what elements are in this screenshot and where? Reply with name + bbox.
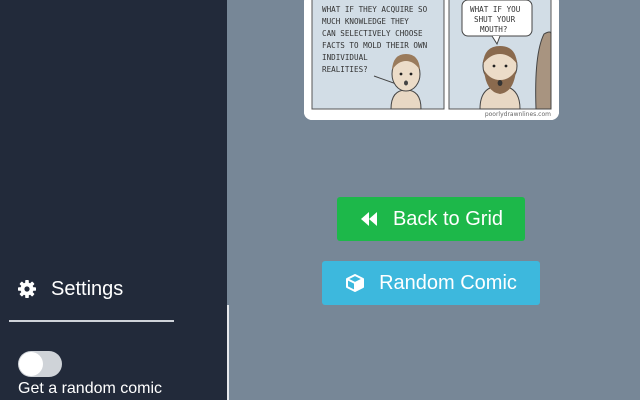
settings-link[interactable]: Settings: [17, 276, 123, 302]
random-comic-label: Random Comic: [379, 271, 517, 294]
back-to-grid-button[interactable]: Back to Grid: [337, 197, 525, 241]
comic-line: MUCH KNOWLEDGE THEY: [322, 17, 409, 26]
comic-line: WHAT IF THEY ACQUIRE SO: [322, 5, 428, 14]
comic-line: REALITIES?: [322, 65, 368, 74]
sidebar-divider: [9, 320, 174, 322]
gear-icon: [17, 279, 37, 299]
toggle-knob: [19, 352, 43, 376]
random-comic-button[interactable]: Random Comic: [322, 261, 540, 305]
comic-line: FACTS TO MOLD THEIR OWN: [322, 41, 428, 50]
cube-icon: [345, 273, 365, 293]
comic-line: WHAT IF YOU: [470, 5, 521, 14]
comic-credit: poorlydrawnlines.com: [485, 111, 551, 118]
sidebar: Settings Get a random comic: [0, 0, 227, 400]
back-to-grid-label: Back to Grid: [392, 207, 504, 230]
comic-line: CAN SELECTIVELY CHOOSE: [322, 29, 423, 38]
random-comic-toggle[interactable]: [18, 351, 62, 377]
comic-character: [479, 46, 521, 110]
scrollbar[interactable]: [227, 305, 229, 400]
backward-icon: [359, 211, 379, 227]
comic-image: WHAT IF THEY ACQUIRE SO MUCH KNOWLEDGE T…: [304, 0, 559, 120]
comic-line: SHUT YOUR: [474, 15, 516, 24]
comic-line: INDIVIDUAL: [322, 53, 368, 62]
random-comic-toggle-label: Get a random comic: [18, 380, 163, 397]
comic-line: MOUTH?: [480, 25, 507, 34]
settings-label: Settings: [51, 277, 124, 300]
comic-character: [390, 54, 422, 110]
